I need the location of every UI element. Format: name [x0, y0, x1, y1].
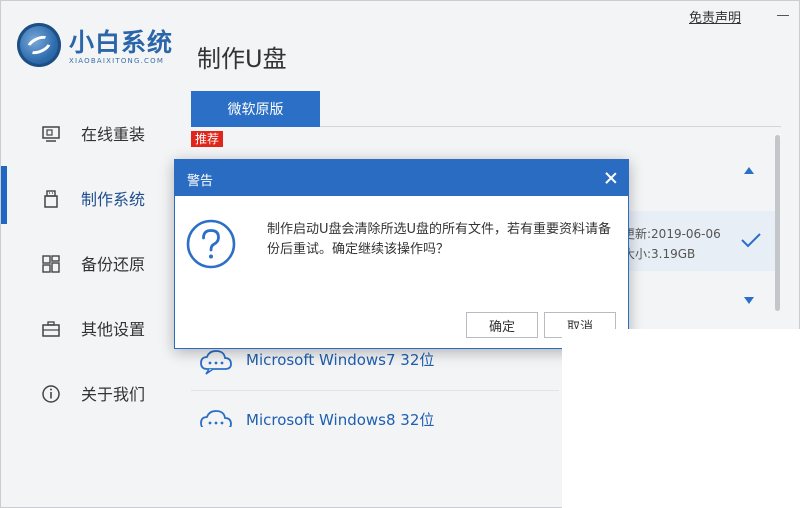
sidebar-item-label: 制作系统: [81, 190, 146, 209]
ok-button[interactable]: 确定: [466, 312, 538, 338]
cloud-chat-icon: [200, 410, 232, 427]
dialog-header: 警告: [175, 160, 628, 196]
os-update-date: 更新:2019-06-06: [623, 227, 721, 241]
grid-icon: [42, 255, 60, 273]
sidebar-item-label: 在线重装: [81, 125, 146, 144]
app-logo: 小白系统 XIAOBAIXITONG.COM: [17, 21, 177, 73]
warning-dialog: 警告 制作启动U盘会清除所选U盘的所有文件，若有重要资料请备份后重试。确定继续该…: [174, 159, 629, 349]
sidebar-item-backup-restore[interactable]: 备份还原: [1, 231, 173, 296]
expand-arrow-icon[interactable]: [744, 297, 754, 304]
page-title: 制作U盘: [197, 45, 287, 73]
scrollbar[interactable]: [775, 135, 780, 311]
minimize-icon: [777, 15, 789, 16]
sidebar-item-label: 关于我们: [81, 385, 146, 404]
os-name: Microsoft Windows7 32位: [246, 351, 435, 369]
cloud-chat-icon: [200, 350, 232, 375]
sidebar-item-about-us[interactable]: 关于我们: [1, 361, 173, 426]
close-icon[interactable]: [601, 168, 621, 188]
app-subtitle: XIAOBAIXITONG.COM: [69, 57, 165, 65]
check-icon: [741, 233, 761, 248]
disclaimer-link[interactable]: 免责声明: [689, 7, 741, 26]
sidebar-item-other-settings[interactable]: 其他设置: [1, 296, 173, 361]
selected-os-row[interactable]: 更新:2019-06-06 大小:3.19GB: [623, 211, 775, 271]
active-indicator: [1, 166, 7, 224]
logo-mark-icon: [17, 23, 61, 67]
sidebar-item-online-reinstall[interactable]: 在线重装: [1, 101, 173, 166]
tab-bar: 微软原版: [191, 91, 781, 127]
monitor-icon: [42, 126, 60, 142]
list-item[interactable]: Microsoft Windows8 32位: [191, 391, 559, 427]
minimize-button[interactable]: [773, 5, 793, 25]
dialog-message: 制作启动U盘会清除所选U盘的所有文件，若有重要资料请备份后重试。确定继续该操作吗…: [267, 222, 612, 257]
os-size: 大小:3.19GB: [623, 247, 696, 261]
sidebar: 在线重装 制作系统 备份还原 其他设置 关于我们: [1, 101, 173, 426]
app-name: 小白系统: [69, 28, 174, 57]
sidebar-item-make-system[interactable]: 制作系统: [1, 166, 173, 231]
info-icon: [42, 385, 60, 403]
usb-drive-icon: [44, 190, 58, 208]
briefcase-icon: [42, 321, 60, 337]
sidebar-item-label: 备份还原: [81, 255, 146, 274]
question-icon: [186, 219, 236, 269]
dialog-title: 警告: [187, 174, 214, 189]
collapse-arrow-icon[interactable]: [744, 167, 754, 174]
blank-region: [562, 329, 800, 508]
sidebar-item-label: 其他设置: [81, 320, 146, 339]
tab-microsoft-original[interactable]: 微软原版: [191, 91, 320, 127]
recommend-badge: 推荐: [191, 131, 224, 147]
app-window: 小白系统 XIAOBAIXITONG.COM 制作U盘 免责声明 在线重装 制作…: [0, 0, 800, 508]
os-name: Microsoft Windows8 32位: [246, 411, 435, 427]
